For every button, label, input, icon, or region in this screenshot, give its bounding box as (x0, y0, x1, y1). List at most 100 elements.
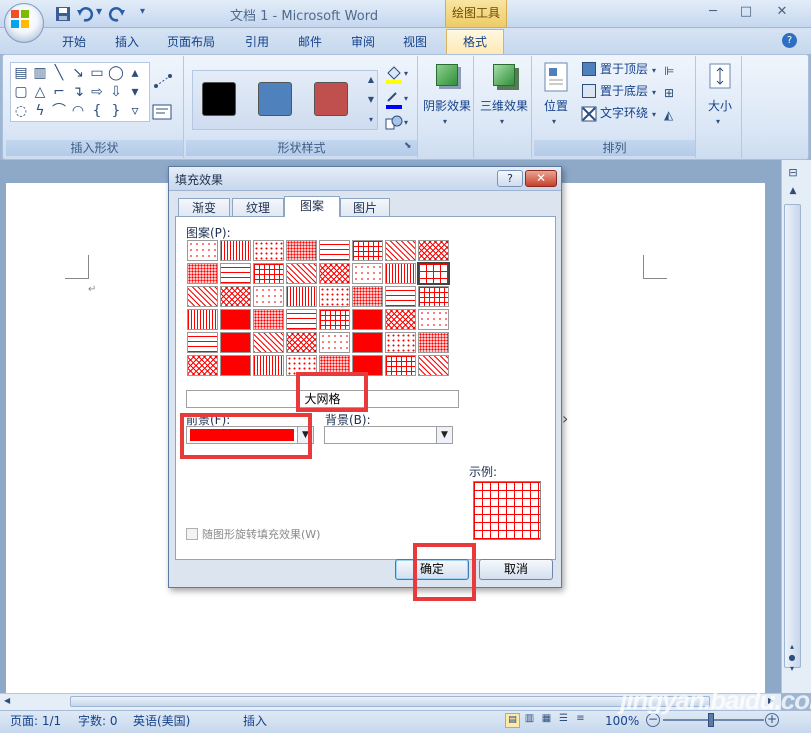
scroll-down-icon[interactable]: ▾ (126, 83, 144, 101)
pattern-cell[interactable] (187, 286, 218, 307)
threed-effects-button[interactable]: 三维效果 (476, 97, 532, 114)
shadow-dropdown-icon[interactable]: ▾ (443, 117, 447, 126)
dialog-close-button[interactable]: ✕ (525, 170, 557, 187)
maximize-button[interactable]: □ (736, 4, 756, 20)
pattern-cell[interactable] (319, 332, 350, 353)
tab-texture[interactable]: 纹理 (232, 198, 284, 217)
undo-dropdown-icon[interactable]: ▼ (96, 7, 102, 16)
triangle-shape-icon[interactable]: △ (31, 83, 49, 101)
background-color-select[interactable]: ▼ (324, 426, 453, 444)
pattern-cell[interactable] (417, 262, 450, 285)
outline-view-icon[interactable]: ☰ (556, 713, 571, 728)
size-button[interactable]: 大小 (698, 97, 742, 114)
pattern-cell[interactable] (253, 332, 284, 353)
full-screen-view-icon[interactable]: ▥ (522, 713, 537, 728)
arrange-dropdown-icons[interactable]: ▾ ▾ ▾ (652, 60, 656, 126)
status-language[interactable]: 英语(美国) (133, 713, 190, 729)
bring-front-icon[interactable] (582, 62, 596, 76)
scroll-up-icon[interactable]: ▴ (126, 64, 144, 82)
pattern-cell[interactable] (220, 309, 251, 330)
vertical-scroll-thumb[interactable] (784, 204, 801, 668)
pattern-cell[interactable] (253, 309, 284, 330)
pattern-cell[interactable] (352, 332, 383, 353)
tab-pattern[interactable]: 图案 (284, 196, 340, 217)
pattern-cell[interactable] (286, 240, 317, 261)
tab-insert[interactable]: 插入 (115, 32, 139, 52)
size-icon[interactable] (706, 62, 734, 90)
minimize-button[interactable]: ─ (703, 4, 723, 20)
pattern-cell[interactable] (385, 240, 416, 261)
pattern-cell[interactable] (220, 332, 251, 353)
styles-scroll-icon[interactable]: ▲ ▼ ▾ (364, 70, 378, 130)
tab-gradient[interactable]: 渐变 (178, 198, 230, 217)
pattern-cell[interactable] (418, 286, 449, 307)
position-icon[interactable] (542, 62, 570, 92)
freeform-shape-icon[interactable]: ◌ (12, 102, 30, 120)
pattern-cell[interactable] (286, 309, 317, 330)
pattern-cell[interactable] (220, 286, 251, 307)
pattern-cell[interactable] (220, 263, 251, 284)
pattern-cell[interactable] (187, 355, 218, 376)
tab-references[interactable]: 引用 (245, 32, 269, 52)
pattern-cell[interactable] (187, 332, 218, 353)
cancel-button[interactable]: 取消 (479, 559, 553, 580)
align-icons[interactable]: ⊫ ⊞ ◭ (664, 60, 674, 126)
shape-outline-icon[interactable]: ▾ (384, 89, 410, 109)
more-shapes-icon[interactable]: ▿ (126, 102, 144, 120)
pattern-cell[interactable] (286, 263, 317, 284)
background-dropdown-icon[interactable]: ▼ (436, 427, 452, 443)
curve-shape-icon[interactable]: ⌒ (50, 102, 68, 120)
right-brace-shape-icon[interactable]: } (107, 102, 125, 120)
vertical-textbox-shape-icon[interactable]: ▥ (31, 64, 49, 82)
pattern-cell[interactable] (253, 286, 284, 307)
down-arrow-shape-icon[interactable]: ⇩ (107, 83, 125, 101)
textbox-shape-icon[interactable]: ▤ (12, 64, 30, 82)
tab-page-layout[interactable]: 页面布局 (167, 32, 215, 52)
change-shape-icon[interactable]: ▾ (384, 113, 410, 133)
pattern-cell[interactable] (352, 240, 383, 261)
edit-shape-icon[interactable] (152, 72, 174, 90)
shadow-effects-icon[interactable] (436, 64, 458, 86)
position-button[interactable]: 位置 (538, 97, 574, 114)
pattern-cell[interactable] (253, 355, 284, 376)
send-back-icon[interactable] (582, 84, 596, 98)
pattern-cell[interactable] (385, 332, 416, 353)
pattern-cell[interactable] (187, 240, 218, 261)
left-brace-shape-icon[interactable]: { (88, 102, 106, 120)
pattern-cell[interactable] (418, 332, 449, 353)
rotate-with-shape-checkbox[interactable] (186, 528, 198, 540)
pattern-cell[interactable] (352, 309, 383, 330)
pattern-cell[interactable] (187, 309, 218, 330)
pattern-cell[interactable] (385, 355, 416, 376)
pattern-cell[interactable] (319, 286, 350, 307)
shape-style-blue[interactable] (258, 82, 292, 116)
right-arrow-shape-icon[interactable]: ⇨ (88, 83, 106, 101)
pattern-cell[interactable] (220, 240, 251, 261)
size-dropdown-icon[interactable]: ▾ (716, 117, 720, 126)
shape-fill-icon[interactable]: ▾ (384, 64, 410, 84)
rectangle-shape-icon[interactable]: ▭ (88, 64, 106, 82)
close-button[interactable]: ✕ (772, 4, 792, 20)
tab-home[interactable]: 开始 (62, 32, 86, 52)
elbow-connector-shape-icon[interactable]: ⌐ (50, 83, 68, 101)
pattern-cell[interactable] (385, 286, 416, 307)
customize-qat-icon[interactable]: ▾ (140, 6, 145, 17)
pattern-cell[interactable] (418, 309, 449, 330)
bring-to-front-button[interactable]: 置于顶层 (600, 60, 648, 78)
tab-format[interactable]: 格式 (446, 29, 504, 55)
oval-shape-icon[interactable]: ◯ (107, 64, 125, 82)
scroll-left-arrow-icon[interactable]: ◀ (4, 696, 10, 705)
redo-icon[interactable] (108, 5, 126, 23)
pattern-cell[interactable] (187, 263, 218, 284)
pattern-cell[interactable] (286, 332, 317, 353)
arrow-line-shape-icon[interactable]: ↘ (69, 64, 87, 82)
tab-view[interactable]: 视图 (403, 32, 427, 52)
tab-review[interactable]: 审阅 (351, 32, 375, 52)
rounded-rect-shape-icon[interactable]: ▢ (12, 83, 30, 101)
help-icon[interactable]: ? (782, 33, 797, 48)
undo-icon[interactable] (76, 5, 94, 23)
shape-style-black[interactable] (202, 82, 236, 116)
pattern-cell[interactable] (253, 263, 284, 284)
tab-mailings[interactable]: 邮件 (298, 32, 322, 52)
pattern-cell[interactable] (319, 240, 350, 261)
